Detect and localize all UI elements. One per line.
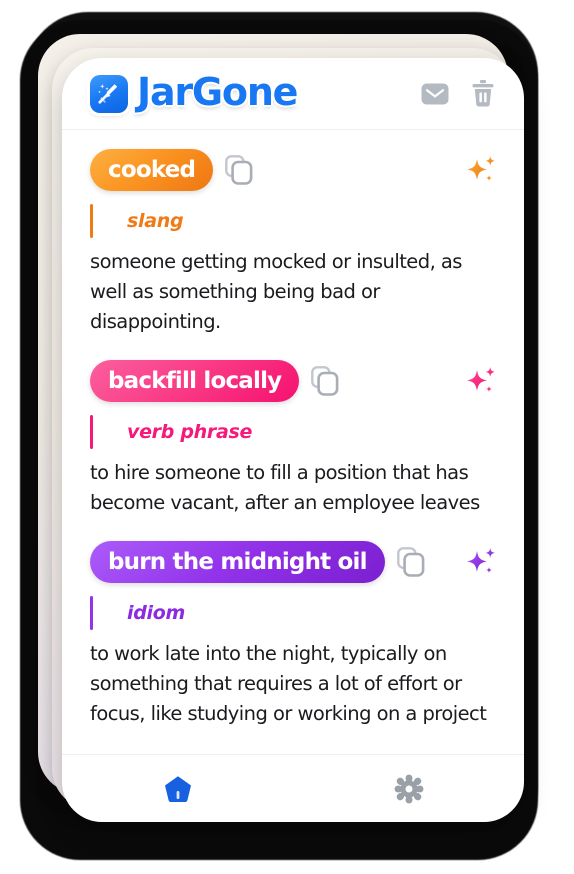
definition-text: to work late into the night, typically o… bbox=[90, 642, 487, 725]
list-item: burn the midnight oil idiom to work late… bbox=[90, 540, 498, 729]
entry-header: burn the midnight oil bbox=[90, 540, 498, 584]
sparkles-icon[interactable] bbox=[464, 546, 498, 578]
brand: JarGone bbox=[90, 70, 298, 114]
definition-text: someone getting mocked or insulted, as w… bbox=[90, 250, 462, 333]
copy-icon[interactable] bbox=[225, 155, 253, 185]
home-icon bbox=[163, 774, 193, 804]
mail-icon[interactable] bbox=[420, 79, 450, 109]
term-pill[interactable]: cooked bbox=[90, 149, 214, 191]
part-of-speech-label: slang bbox=[127, 210, 184, 232]
entry-header: backfill locally bbox=[90, 359, 498, 403]
part-of-speech-row: idiom bbox=[90, 596, 498, 630]
sparkles-icon[interactable] bbox=[464, 365, 498, 397]
app-title: JarGone bbox=[137, 70, 298, 114]
part-of-speech-row: verb phrase bbox=[90, 415, 498, 449]
app-header: JarGone bbox=[62, 58, 524, 130]
nav-item-home[interactable] bbox=[62, 755, 293, 822]
accent-bar bbox=[90, 204, 93, 238]
part-of-speech-label: idiom bbox=[127, 602, 185, 624]
list-item: backfill locally verb phrase to hire som… bbox=[90, 359, 498, 518]
entry-list: cooked slang someone getting mocked or i… bbox=[62, 130, 524, 754]
screenshot-stage: JarGone cooked slang someone getting moc… bbox=[0, 0, 574, 874]
part-of-speech-label: verb phrase bbox=[127, 421, 253, 443]
term-pill[interactable]: backfill locally bbox=[90, 360, 300, 402]
copy-icon[interactable] bbox=[396, 547, 425, 577]
accent-bar bbox=[90, 596, 93, 630]
accent-bar bbox=[90, 415, 93, 449]
sparkles-icon[interactable] bbox=[464, 154, 498, 186]
copy-icon[interactable] bbox=[311, 366, 339, 396]
definition-text: to hire someone to fill a position that … bbox=[90, 461, 480, 514]
term-pill[interactable]: burn the midnight oil bbox=[90, 541, 385, 583]
gear-icon bbox=[394, 774, 424, 804]
entry-header: cooked bbox=[90, 148, 498, 192]
trash-icon[interactable] bbox=[468, 79, 498, 109]
bottom-navigation bbox=[62, 754, 524, 822]
app-card: JarGone cooked slang someone getting moc… bbox=[62, 58, 524, 822]
broom-sparkle-icon bbox=[90, 74, 128, 113]
part-of-speech-row: slang bbox=[90, 204, 498, 238]
header-actions bbox=[420, 79, 498, 109]
nav-item-settings[interactable] bbox=[293, 755, 524, 822]
list-item: cooked slang someone getting mocked or i… bbox=[90, 148, 498, 337]
